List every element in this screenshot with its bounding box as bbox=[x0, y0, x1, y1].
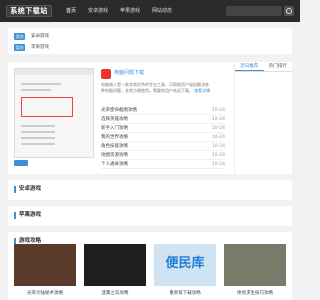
guide-caption[interactable]: 绝地求生技巧攻略 bbox=[224, 290, 286, 296]
list-item[interactable]: 个人通关攻略 10-24 bbox=[101, 160, 225, 169]
news-title[interactable]: 光荣使命截图攻略 bbox=[101, 107, 137, 113]
section-apple-games: 苹果游戏 bbox=[8, 206, 292, 226]
list-item[interactable]: 我的世界攻略 10-24 bbox=[101, 133, 225, 142]
screenshot-highlight bbox=[21, 97, 73, 117]
screenshot-line bbox=[21, 137, 55, 139]
news-date: 10-24 bbox=[211, 161, 225, 167]
section-title[interactable]: 苹果游戏 bbox=[14, 212, 41, 219]
category-link-android[interactable]: 安卓游戏 bbox=[31, 33, 49, 39]
news-date: 10-24 bbox=[211, 125, 225, 131]
screenshot-line bbox=[21, 83, 61, 85]
news-title[interactable]: 选择英雄攻略 bbox=[101, 116, 128, 122]
screenshot-line bbox=[21, 143, 55, 145]
category-row: 类别 苹果游戏 bbox=[14, 43, 49, 51]
app-description: 电脑病人是一款非常优秀的专业工具，可帮助用户轻松解决各种电脑问题，非常方便使用，… bbox=[101, 82, 211, 94]
list-item[interactable]: 新手入门攻略 10-24 bbox=[101, 124, 225, 133]
search-icon[interactable] bbox=[284, 6, 294, 16]
news-title[interactable]: 新手入门攻略 bbox=[101, 125, 128, 131]
news-title[interactable]: 我的世界攻略 bbox=[101, 134, 128, 140]
nav-apple-games[interactable]: 苹果游戏 bbox=[114, 0, 146, 22]
nav-site-news[interactable]: 网站动态 bbox=[146, 0, 178, 22]
list-item[interactable]: 角色技能攻略 10-24 bbox=[101, 142, 225, 151]
news-date: 10-24 bbox=[211, 134, 225, 140]
main-nav: 首页 安卓游戏 苹果游戏 网站动态 bbox=[60, 0, 178, 22]
guide-thumbnail[interactable]: 便民库 bbox=[154, 244, 216, 286]
category-panel: 类别 安卓游戏 类别 苹果游戏 bbox=[8, 28, 292, 54]
search-input[interactable] bbox=[226, 6, 282, 16]
category-tag: 类别 bbox=[14, 43, 25, 51]
nav-home[interactable]: 首页 bbox=[60, 0, 82, 22]
app-icon bbox=[101, 69, 111, 79]
nav-android-games[interactable]: 安卓游戏 bbox=[82, 0, 114, 22]
guide-card[interactable]: 便民库 重新排下载攻略 bbox=[154, 244, 216, 296]
news-title[interactable]: 地图资源攻略 bbox=[101, 152, 128, 158]
section-android-games: 安卓游戏 bbox=[8, 180, 292, 200]
list-item[interactable]: 选择英雄攻略 10-24 bbox=[101, 115, 225, 124]
screenshot-line bbox=[21, 131, 55, 133]
news-title[interactable]: 个人通关攻略 bbox=[101, 161, 128, 167]
top-navbar: 系统下载站 首页 安卓游戏 苹果游戏 网站动态 bbox=[0, 0, 300, 22]
section-game-guides: 游戏攻略 光荣大陆秘术攻略 迷雾之岛攻略 便民库 重新排下载攻略 绝地求生技巧攻… bbox=[8, 232, 292, 300]
news-date: 10-24 bbox=[211, 152, 225, 158]
screenshot-line bbox=[21, 125, 55, 127]
guide-caption[interactable]: 光荣大陆秘术攻略 bbox=[14, 290, 76, 296]
description-text: 电脑病人是一款非常优秀的专业工具，可帮助用户轻松解决各种电脑问题，非常方便使用，… bbox=[101, 82, 209, 93]
category-tag: 类别 bbox=[14, 32, 25, 40]
list-item[interactable]: 光荣使命截图攻略 10-24 bbox=[101, 106, 225, 115]
news-date: 10-24 bbox=[211, 143, 225, 149]
news-date: 10-24 bbox=[211, 107, 225, 113]
site-logo[interactable]: 系统下载站 bbox=[6, 5, 52, 17]
guide-card[interactable]: 迷雾之岛攻略 bbox=[84, 244, 146, 296]
guide-card[interactable]: 绝地求生技巧攻略 bbox=[224, 244, 286, 296]
tab-recent-recommend[interactable]: 近日推荐 bbox=[235, 62, 264, 71]
screenshot-line bbox=[21, 89, 51, 91]
watermark-logo: 便民库 bbox=[165, 256, 205, 271]
category-row: 类别 安卓游戏 bbox=[14, 32, 49, 40]
description-more-link[interactable]: 查看详情 bbox=[194, 88, 210, 93]
featured-panel: 电脑问题下载 电脑病人是一款非常优秀的专业工具，可帮助用户轻松解决各种电脑问题，… bbox=[8, 62, 292, 174]
guide-caption[interactable]: 迷雾之岛攻略 bbox=[84, 290, 146, 296]
app-screenshot[interactable] bbox=[14, 68, 94, 158]
category-link-apple[interactable]: 苹果游戏 bbox=[31, 44, 49, 50]
ranking-tabs: 近日推荐 热门排行 bbox=[235, 62, 292, 72]
guide-thumbnail[interactable] bbox=[84, 244, 146, 286]
list-item[interactable]: 地图资源攻略 10-24 bbox=[101, 151, 225, 160]
guide-card[interactable]: 光荣大陆秘术攻略 bbox=[14, 244, 76, 296]
news-title[interactable]: 角色技能攻略 bbox=[101, 143, 128, 149]
guide-thumbnail[interactable] bbox=[224, 244, 286, 286]
section-title[interactable]: 安卓游戏 bbox=[14, 186, 41, 193]
screenshot-download-button[interactable] bbox=[14, 160, 28, 166]
ranking-panel: 近日推荐 热门排行 bbox=[234, 62, 292, 174]
app-title[interactable]: 电脑问题下载 bbox=[114, 69, 144, 76]
screenshot-titlebar bbox=[15, 69, 93, 75]
guide-thumbnail[interactable] bbox=[14, 244, 76, 286]
guide-caption[interactable]: 重新排下载攻略 bbox=[154, 290, 216, 296]
news-list: 光荣使命截图攻略 10-24 选择英雄攻略 10-24 新手入门攻略 10-24 我的… bbox=[101, 106, 225, 169]
tab-hot-ranking[interactable]: 热门排行 bbox=[264, 62, 293, 71]
news-date: 10-24 bbox=[211, 116, 225, 122]
